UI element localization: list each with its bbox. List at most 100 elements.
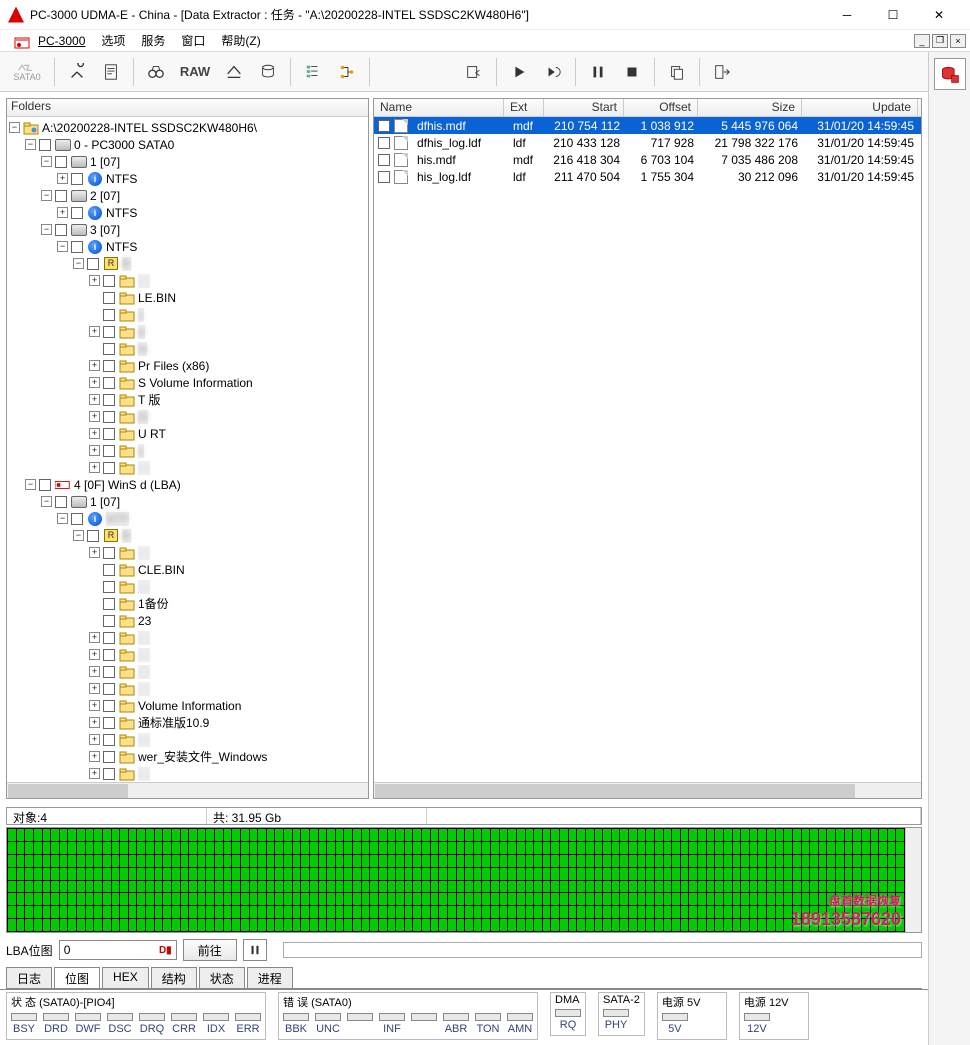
tree-row[interactable]: −3 [07] xyxy=(9,221,366,238)
collapse-icon[interactable]: − xyxy=(57,513,68,524)
tree-row[interactable]: +··· xyxy=(9,629,366,646)
tree-row[interactable]: +Pr Files (x86) xyxy=(9,357,366,374)
export-icon[interactable] xyxy=(218,57,250,87)
expand-icon[interactable]: + xyxy=(89,275,100,286)
expand-icon[interactable]: + xyxy=(89,394,100,405)
tree-checkbox[interactable] xyxy=(39,479,51,491)
tree-checkbox[interactable] xyxy=(71,207,83,219)
menu-app[interactable]: PC-3000 xyxy=(32,32,91,50)
tree-row[interactable]: −0 - PC3000 SATA0 xyxy=(9,136,366,153)
tree-row[interactable]: +wer_安装文件_Windows xyxy=(9,748,366,765)
collapse-icon[interactable]: − xyxy=(73,258,84,269)
tree-checkbox[interactable] xyxy=(71,513,83,525)
column-ext[interactable]: Ext xyxy=(504,99,544,116)
collapse-icon[interactable]: − xyxy=(9,122,20,133)
tree-checkbox[interactable] xyxy=(39,139,51,151)
bottom-tab[interactable]: HEX xyxy=(102,967,149,988)
expand-icon[interactable]: + xyxy=(89,649,100,660)
tree-checkbox[interactable] xyxy=(103,598,115,610)
file-list-header[interactable]: Name Ext Start Offset Size Update xyxy=(374,99,921,117)
mdi-minimize-button[interactable]: _ xyxy=(914,34,930,48)
tree-row[interactable]: hi xyxy=(9,340,366,357)
tree-checkbox[interactable] xyxy=(103,292,115,304)
file-horizontal-scrollbar[interactable] xyxy=(374,782,921,798)
collapse-icon[interactable]: − xyxy=(41,156,52,167)
file-row[interactable]: dfhis.mdfmdf210 754 1121 038 9125 445 97… xyxy=(374,117,921,134)
file-row[interactable]: his.mdfmdf216 418 3046 703 1047 035 486 … xyxy=(374,151,921,168)
collapse-icon[interactable]: − xyxy=(57,241,68,252)
tree-row[interactable]: 23 xyxy=(9,612,366,629)
tree-checkbox[interactable] xyxy=(103,428,115,440)
file-row[interactable]: dfhis_log.ldfldf210 433 128717 92821 798… xyxy=(374,134,921,151)
tree-row[interactable]: −2 [07] xyxy=(9,187,366,204)
expand-icon[interactable]: + xyxy=(89,768,100,779)
expand-icon[interactable]: + xyxy=(89,445,100,456)
column-size[interactable]: Size xyxy=(698,99,802,116)
expand-icon[interactable]: + xyxy=(89,326,100,337)
tree-checkbox[interactable] xyxy=(103,581,115,593)
tree-row[interactable]: −4 [0F] WinS d (LBA) xyxy=(9,476,366,493)
tree-checkbox[interactable] xyxy=(87,530,99,542)
menu-item[interactable]: 帮助(Z) xyxy=(215,30,266,51)
collapse-icon[interactable]: − xyxy=(25,139,36,150)
tree-checkbox[interactable] xyxy=(103,326,115,338)
lba-input[interactable]: 0 D▮ xyxy=(59,940,177,960)
tree-row[interactable]: +iNTFS xyxy=(9,204,366,221)
column-update[interactable]: Update xyxy=(802,99,918,116)
tree-checkbox[interactable] xyxy=(103,445,115,457)
expand-icon[interactable]: + xyxy=(89,547,100,558)
tree-checkbox[interactable] xyxy=(87,258,99,270)
expand-icon[interactable]: + xyxy=(89,632,100,643)
tree-row[interactable]: +z xyxy=(9,442,366,459)
file-checkbox[interactable] xyxy=(378,171,390,183)
expand-icon[interactable]: + xyxy=(89,377,100,388)
pause-nav-icon[interactable] xyxy=(243,939,267,961)
bottom-tab[interactable]: 结构 xyxy=(151,967,197,988)
tree-row[interactable]: −1 [07] xyxy=(9,493,366,510)
expand-icon[interactable]: + xyxy=(89,360,100,371)
play-loop-icon[interactable] xyxy=(537,57,569,87)
expand-icon[interactable]: + xyxy=(89,462,100,473)
expand-icon[interactable]: + xyxy=(89,666,100,677)
tree-row[interactable]: −RR xyxy=(9,255,366,272)
file-checkbox[interactable] xyxy=(378,120,390,132)
tree-row[interactable]: +Volume Information xyxy=(9,697,366,714)
import-icon[interactable] xyxy=(458,57,490,87)
expand-icon[interactable]: + xyxy=(89,683,100,694)
tree-checkbox[interactable] xyxy=(103,615,115,627)
tree-row[interactable]: c xyxy=(9,306,366,323)
tree-checkbox[interactable] xyxy=(103,717,115,729)
tree-row[interactable]: −iNTFS xyxy=(9,238,366,255)
folder-tree[interactable]: −A:\20200228-INTEL SSDSC2KW480H6\−0 - PC… xyxy=(7,117,368,782)
tree-checkbox[interactable] xyxy=(71,173,83,185)
expand-icon[interactable]: + xyxy=(89,428,100,439)
expand-icon[interactable]: + xyxy=(89,717,100,728)
tree-row[interactable]: +··· xyxy=(9,680,366,697)
tree-checkbox[interactable] xyxy=(103,768,115,780)
collapse-icon[interactable]: − xyxy=(41,496,52,507)
binoculars-icon[interactable] xyxy=(140,57,172,87)
stop-icon[interactable] xyxy=(616,57,648,87)
report-icon[interactable] xyxy=(95,57,127,87)
column-name[interactable]: Name xyxy=(374,99,504,116)
collapse-icon[interactable]: − xyxy=(41,224,52,235)
collapse-icon[interactable]: − xyxy=(73,530,84,541)
tree-row[interactable]: −A:\20200228-INTEL SSDSC2KW480H6\ xyxy=(9,119,366,136)
tree-row[interactable]: +通标准版10.9 xyxy=(9,714,366,731)
go-button[interactable]: 前往 xyxy=(183,939,237,961)
tree-row[interactable]: +··· xyxy=(9,731,366,748)
tree-checkbox[interactable] xyxy=(103,683,115,695)
tree-row[interactable]: CLE.BIN xyxy=(9,561,366,578)
tree-checkbox[interactable] xyxy=(103,462,115,474)
tree-row[interactable]: +··· xyxy=(9,459,366,476)
tree-checkbox[interactable] xyxy=(103,649,115,661)
sector-map[interactable]: 盘首数据恢复 18913587620 xyxy=(6,827,922,933)
file-row[interactable]: his_log.ldfldf211 470 5041 755 30430 212… xyxy=(374,168,921,185)
tree-checkbox[interactable] xyxy=(103,564,115,576)
expand-icon[interactable]: + xyxy=(89,700,100,711)
tree-row[interactable]: +S Volume Information xyxy=(9,374,366,391)
tree-checkbox[interactable] xyxy=(103,547,115,559)
raw-button[interactable]: RAW xyxy=(174,57,216,87)
tree-checkbox[interactable] xyxy=(103,700,115,712)
tree-row[interactable]: +··· xyxy=(9,663,366,680)
